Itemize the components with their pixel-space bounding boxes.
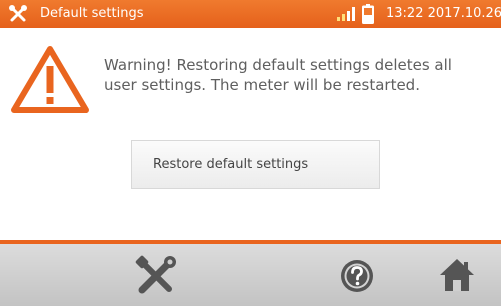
warning-line-2: user settings. The meter will be restart…	[104, 76, 420, 94]
warning-message: Warning! Restoring default settings dele…	[104, 55, 494, 95]
warning-triangle-icon	[11, 46, 89, 113]
status-bar: Default settings 13:22 2017.10.26	[0, 0, 501, 28]
restore-default-settings-button[interactable]: Restore default settings	[131, 140, 380, 189]
bottom-toolbar	[0, 244, 501, 306]
wrench-screwdriver-icon[interactable]	[134, 254, 178, 298]
wrench-screwdriver-icon[interactable]	[8, 4, 28, 24]
battery-icon	[362, 4, 374, 24]
screen-title: Default settings	[40, 6, 144, 21]
signal-strength-icon	[337, 7, 355, 21]
warning-line-1: Warning! Restoring default settings dele…	[104, 56, 452, 74]
home-icon[interactable]	[438, 256, 476, 294]
time: 13:22	[386, 6, 424, 21]
help-icon[interactable]	[339, 258, 375, 294]
date: 2017.10.26	[427, 6, 501, 21]
clock: 13:22 2017.10.26	[386, 6, 501, 22]
